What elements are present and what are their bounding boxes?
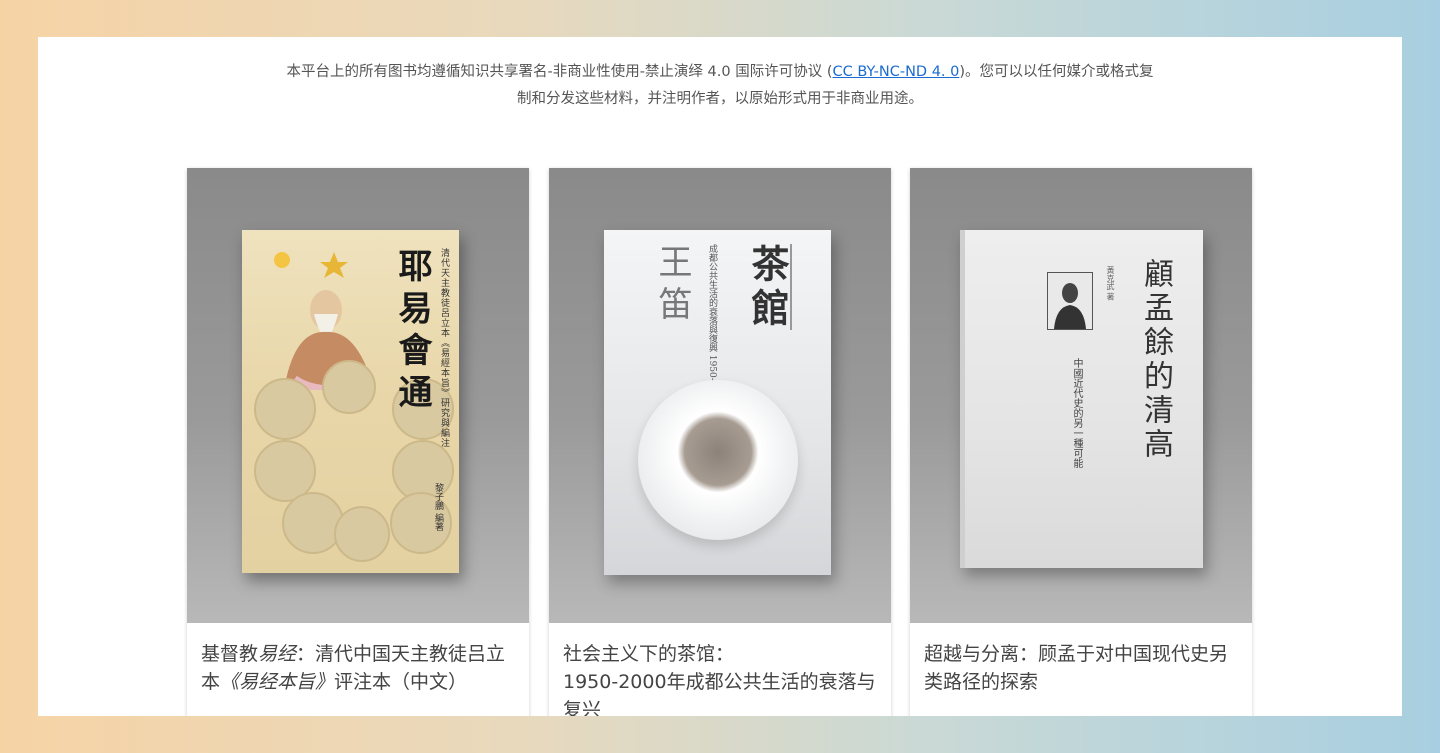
book-title-line: 社会主义下的茶馆： xyxy=(563,643,735,665)
book-card[interactable]: 耶易會通 清代天主教徒呂立本《易經本旨》研究與編注 黎子鵬 編著 基督教易经：清… xyxy=(187,168,529,716)
cover-author: 黃克武 著 xyxy=(1106,266,1115,301)
author-portrait xyxy=(1047,272,1093,330)
cover-author: 王笛 xyxy=(652,244,692,328)
license-text-start: 本平台上的所有图书均遵循知识共享署名-非商业性使用-禁止演绎 4.0 国际许可协… xyxy=(286,64,833,80)
book-title-italic: 《易经本旨》 xyxy=(220,671,335,693)
book-cover-image[interactable]: 茶館 成都公共生活的衰落與復興 1950-2000 王笛 xyxy=(549,168,891,623)
license-link[interactable]: CC BY-NC-ND 4. 0 xyxy=(832,64,959,80)
cover-subtitle: 清代天主教徒呂立本《易經本旨》研究與編注 xyxy=(439,248,449,448)
book-cover: 耶易會通 清代天主教徒呂立本《易經本旨》研究與編注 黎子鵬 編著 xyxy=(242,230,459,573)
book-cover-image[interactable]: 耶易會通 清代天主教徒呂立本《易經本旨》研究與編注 黎子鵬 編著 xyxy=(187,168,529,623)
license-notice: 本平台上的所有图书均遵循知识共享署名-非商业性使用-禁止演绎 4.0 国际许可协… xyxy=(38,59,1402,113)
illustration-circle xyxy=(322,360,376,414)
book-title-line: 1950-2000年成都公共生活的衰落与复兴 xyxy=(563,671,876,716)
main-panel: 本平台上的所有图书均遵循知识共享署名-非商业性使用-禁止演绎 4.0 国际许可协… xyxy=(38,37,1402,716)
illustration-circle xyxy=(282,492,344,554)
illustration-circle xyxy=(334,506,390,562)
book-cover: 茶館 成都公共生活的衰落與復興 1950-2000 王笛 xyxy=(604,230,831,575)
illustration-circle xyxy=(254,378,316,440)
cover-title: 顧孟餘的清高 xyxy=(1138,258,1173,462)
book-title-italic: 易经 xyxy=(258,643,297,665)
book-card[interactable]: 茶館 成都公共生活的衰落與復興 1950-2000 王笛 社会主义下的茶馆： 1… xyxy=(549,168,891,716)
book-cover: 黃克武 著 顧孟餘的清高 中國近代史的另一種可能 xyxy=(960,230,1203,568)
license-text-line2: 制和分发这些材料，并注明作者，以原始形式用于非商业用途。 xyxy=(517,91,923,107)
book-title[interactable]: 基督教易经：清代中国天主教徒吕立本《易经本旨》评注本（中文） xyxy=(201,640,517,696)
book-title[interactable]: 超越与分离：顾孟于对中国现代史另类路径的探索 xyxy=(924,640,1240,696)
book-title[interactable]: 社会主义下的茶馆： 1950-2000年成都公共生活的衰落与复兴 xyxy=(563,640,879,716)
cover-title: 茶館 xyxy=(745,244,790,332)
license-text-end: )。您可以以任何媒介或格式复 xyxy=(959,64,1154,80)
book-card[interactable]: 黃克武 著 顧孟餘的清高 中國近代史的另一種可能 超越与分离：顾孟于对中国现代史… xyxy=(910,168,1252,716)
book-title-text: 基督教 xyxy=(201,643,259,665)
tea-bowl-image xyxy=(638,380,798,540)
cover-title: 耶易會通 xyxy=(392,248,432,416)
book-cover-image[interactable]: 黃克武 著 顧孟餘的清高 中國近代史的另一種可能 xyxy=(910,168,1252,623)
cover-subtitle: 中國近代史的另一種可能 xyxy=(1071,358,1082,468)
cover-authors: 黎子鵬 編著 xyxy=(433,483,443,531)
book-title-text: 评注本（中文） xyxy=(334,671,468,693)
